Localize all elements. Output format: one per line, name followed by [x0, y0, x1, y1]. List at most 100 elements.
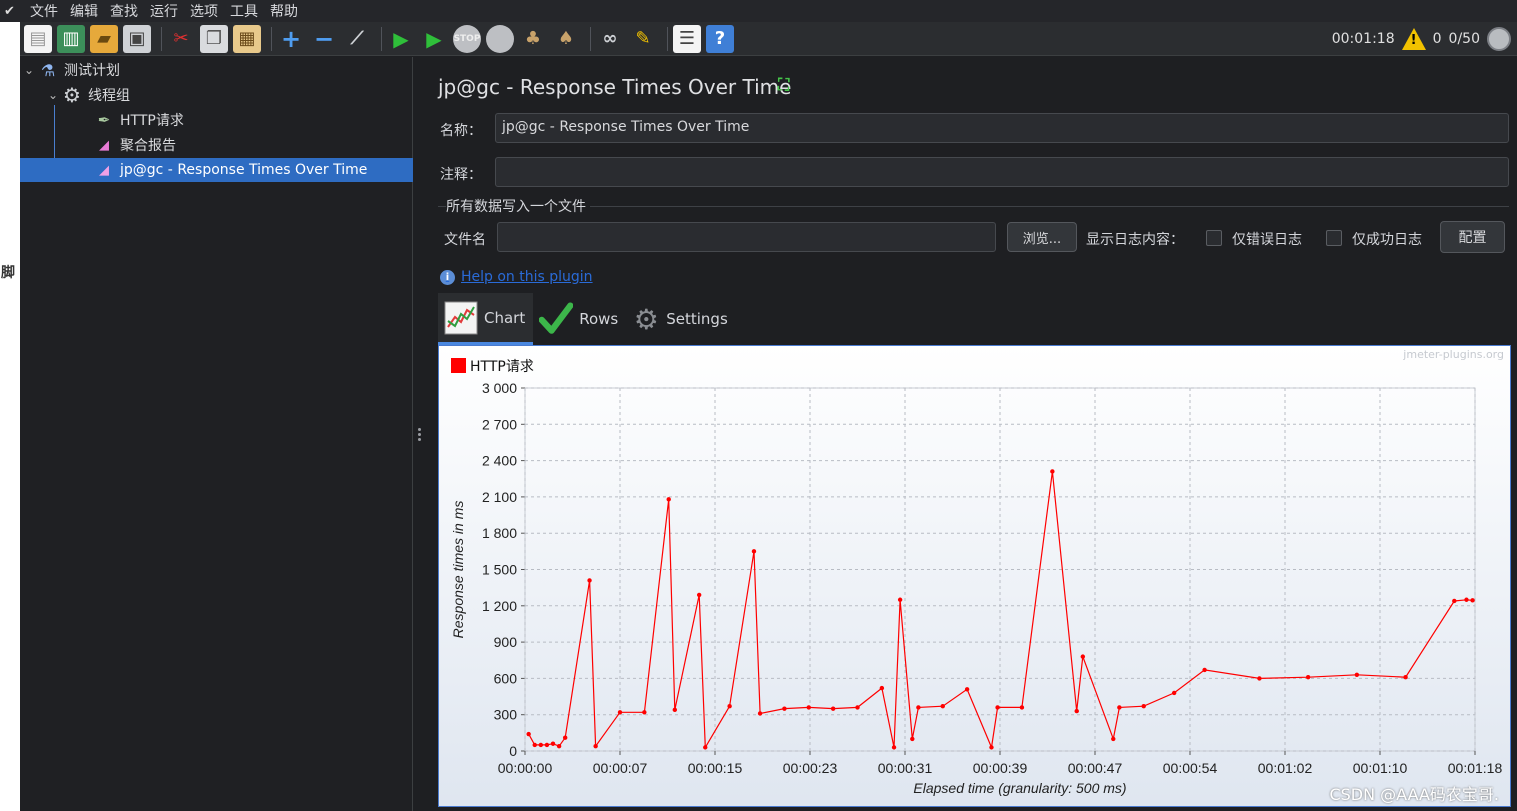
errors-only-label: 仅错误日志: [1232, 232, 1302, 248]
new-file-icon[interactable]: ▤: [24, 24, 52, 53]
maximize-icon[interactable]: ⛶: [778, 75, 798, 95]
tab-chart[interactable]: Chart: [438, 293, 534, 345]
data-point: [1141, 704, 1146, 709]
data-point: [642, 710, 647, 715]
tab-rows[interactable]: Rows: [533, 293, 626, 345]
data-point: [1050, 469, 1055, 474]
y-tick-label: 600: [494, 670, 518, 686]
help-link-text[interactable]: Help on this plugin: [461, 269, 593, 285]
open-folder-icon[interactable]: ▰: [90, 24, 118, 53]
help-icon[interactable]: ?: [706, 24, 734, 53]
start-icon[interactable]: ▶: [387, 25, 415, 53]
remote-globe-icon[interactable]: [1487, 27, 1511, 51]
active-threads: 0/50: [1448, 31, 1480, 47]
clear-all-icon[interactable]: ♠: [552, 25, 580, 53]
data-point: [1111, 736, 1116, 742]
name-field[interactable]: jp@gc - Response Times Over Time: [495, 113, 1509, 143]
jmeter-window: ✔ 文件 编辑 查找 运行 选项 工具 帮助 脚 ▤ ▥ ▰ ▣ ✂ ❐ ▦ +…: [0, 0, 1517, 811]
toolbar-separator: [381, 26, 382, 51]
x-tick-label: 00:01:02: [1258, 760, 1313, 776]
data-point: [995, 705, 1000, 710]
collapse-all-icon[interactable]: −: [310, 25, 338, 53]
shutdown-icon[interactable]: [486, 24, 514, 53]
tree-item-aggregate-report[interactable]: ◢ 聚合报告: [94, 133, 409, 157]
toggle-icon[interactable]: ⟋: [343, 25, 371, 53]
chart-report-icon: ◢: [99, 137, 109, 153]
stop-icon[interactable]: STOP: [453, 24, 481, 53]
write-to-file-group-title: 所有数据写入一个文件: [446, 196, 590, 216]
templates-icon[interactable]: ▥: [57, 24, 85, 53]
menu-search[interactable]: 查找: [104, 1, 144, 21]
search-binoculars-icon[interactable]: ∞: [596, 25, 624, 53]
configure-button[interactable]: 配置: [1440, 221, 1505, 253]
background-window-edge: 脚: [0, 22, 20, 811]
data-point: [544, 742, 550, 748]
tree-item-label: 线程组: [88, 88, 130, 104]
y-tick-label: 2 700: [482, 416, 517, 432]
x-tick-label: 00:00:23: [783, 760, 838, 776]
chart-brand: jmeter-plugins.org: [1402, 348, 1504, 361]
clear-icon[interactable]: ♣: [519, 25, 547, 53]
data-point: [617, 710, 623, 715]
tree-item-thread-group[interactable]: ⌄ ⚙ 线程组: [48, 83, 409, 107]
data-point: [532, 742, 537, 748]
errors-only-checkbox[interactable]: [1206, 230, 1222, 246]
x-tick-label: 00:01:10: [1353, 760, 1408, 776]
y-axis-title: Response times in ms: [450, 501, 466, 639]
tab-settings[interactable]: ⚙ Settings: [626, 293, 736, 345]
group-border: [438, 206, 1509, 207]
function-helper-icon[interactable]: ☰: [673, 24, 701, 53]
chart-report-icon: ◢: [99, 162, 109, 178]
comment-field[interactable]: [495, 157, 1509, 187]
success-only-checkbox[interactable]: [1326, 230, 1342, 246]
menu-options[interactable]: 选项: [184, 1, 224, 21]
tree-item-label: 聚合报告: [120, 138, 176, 154]
menu-help[interactable]: 帮助: [264, 1, 304, 21]
menu-edit[interactable]: 编辑: [64, 1, 104, 21]
chevron-down-icon[interactable]: ⌄: [24, 63, 38, 77]
expand-all-icon[interactable]: +: [277, 25, 305, 53]
menu-file[interactable]: 文件: [24, 1, 64, 21]
data-point: [806, 705, 811, 710]
menu-run[interactable]: 运行: [144, 1, 184, 21]
response-times-chart: 3 000 2 700 2 400 2 100 1 800 1 500 1 200 900 60…: [438, 345, 1511, 807]
chart-svg: 3 000 2 700 2 400 2 100 1 800 1 500 1 200 900 60…: [439, 346, 1510, 806]
data-point: [666, 497, 671, 502]
data-point: [989, 745, 994, 750]
help-link[interactable]: i Help on this plugin: [440, 269, 593, 285]
menu-tools[interactable]: 工具: [224, 1, 264, 21]
toolbar-separator: [667, 26, 668, 51]
browse-button[interactable]: 浏览...: [1007, 222, 1077, 252]
paste-icon[interactable]: ▦: [233, 24, 261, 53]
toolbar-separator: [590, 26, 591, 51]
toolbar-separator: [161, 26, 162, 51]
copy-icon[interactable]: ❐: [200, 24, 228, 53]
toolbar: ▤ ▥ ▰ ▣ ✂ ❐ ▦ + − ⟋ ▶ ▶ STOP ♣ ♠ ∞ ✎ ☰ ?…: [20, 22, 1517, 56]
data-point: [1470, 598, 1475, 603]
data-point: [1171, 690, 1177, 696]
data-point: [916, 705, 921, 710]
save-icon[interactable]: ▣: [123, 24, 151, 53]
y-tick-label: 2 100: [482, 489, 517, 505]
filename-field[interactable]: [497, 222, 996, 252]
gear-icon: ⚙: [633, 302, 659, 336]
y-tick-label: 1 200: [482, 598, 517, 614]
warning-icon[interactable]: !: [1401, 28, 1426, 50]
x-tick-label: 00:00:31: [878, 760, 933, 776]
data-point: [891, 745, 897, 750]
chevron-down-icon[interactable]: ⌄: [48, 88, 62, 102]
start-no-pauses-icon[interactable]: ▶: [420, 25, 448, 53]
cut-icon[interactable]: ✂: [167, 25, 195, 53]
tree-item-test-plan[interactable]: ⌄ ⚗ 测试计划: [24, 58, 409, 82]
data-point: [1202, 667, 1207, 673]
tab-label: Rows: [579, 310, 619, 328]
tree-item-http-request[interactable]: ✒ HTTP请求: [94, 108, 409, 132]
data-point: [897, 597, 903, 602]
chart-background: [439, 346, 1510, 806]
split-pane-divider[interactable]: [413, 57, 425, 811]
info-icon: i: [440, 269, 455, 285]
tree-item-response-times[interactable]: ◢ jp@gc - Response Times Over Time: [20, 158, 413, 182]
reset-search-broom-icon[interactable]: ✎: [629, 25, 657, 53]
view-tabs: Chart Rows ⚙ Settings: [438, 293, 736, 345]
gear-icon: ⚙: [63, 83, 81, 107]
